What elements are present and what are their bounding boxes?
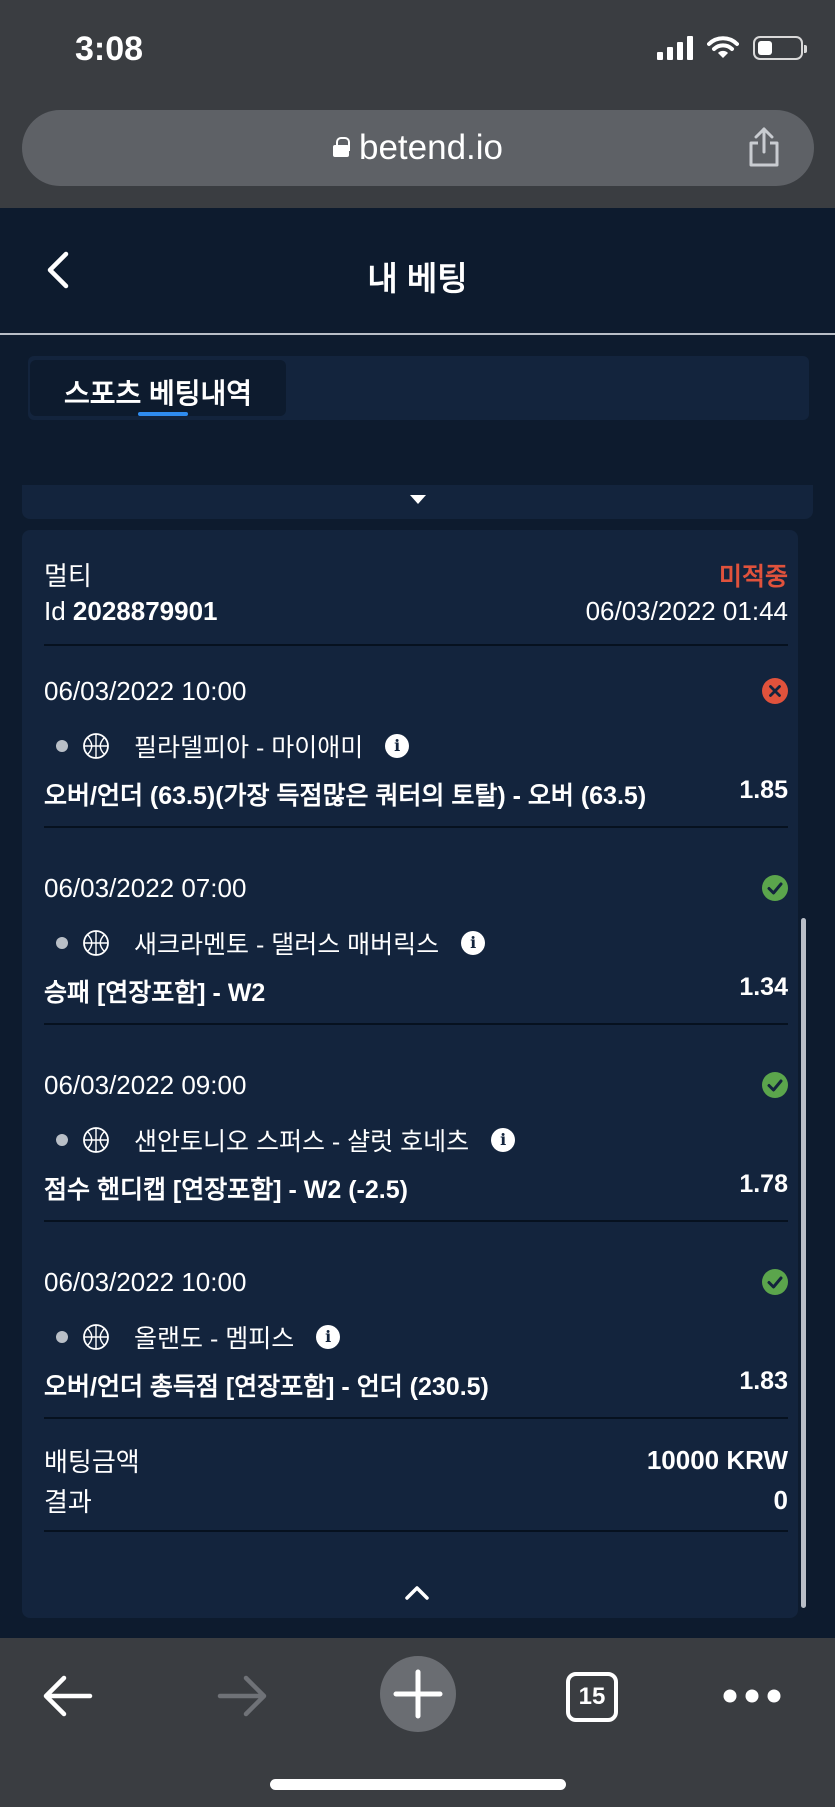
divider — [44, 1417, 788, 1419]
status-bar: 3:08 — [0, 0, 835, 100]
url-text: betend.io — [358, 128, 504, 167]
selection-odds: 1.78 — [739, 1170, 788, 1198]
browser-toolbar: 15 — [0, 1638, 835, 1807]
selection-market: 오버/언더 (63.5)(가장 득점많은 쿼터의 토탈) - 오버 (63.5) — [44, 782, 647, 810]
selection-odds: 1.83 — [739, 1367, 788, 1395]
selection-teams: 새크라멘토 - 댈러스 매버릭스 — [134, 931, 440, 959]
stake-label: 배팅금액 — [44, 1447, 140, 1477]
selection-time: 06/03/2022 10:00 — [44, 676, 247, 706]
bet-id: Id 2028879901 — [44, 596, 218, 627]
selection-event: 샌안토니오 스퍼스 - 샬럿 호네츠 i — [56, 1122, 516, 1158]
selection-time: 06/03/2022 07:00 — [44, 873, 247, 903]
live-status-dot — [56, 1134, 68, 1146]
header-divider — [0, 333, 835, 335]
stake-value: 10000 KRW — [646, 1445, 788, 1475]
selection-teams: 올랜도 - 멤피스 — [134, 1325, 295, 1353]
chevron-down-icon[interactable] — [410, 495, 426, 504]
divider — [44, 1530, 788, 1532]
selection-event: 올랜도 - 멤피스 i — [56, 1319, 341, 1355]
basketball-icon — [83, 1324, 109, 1350]
lock-icon — [332, 137, 350, 157]
selection-event: 필라델피아 - 마이애미 i — [56, 728, 410, 764]
divider — [44, 1023, 788, 1025]
bet-selection: 06/03/2022 10:00 필라델피아 - 마이애미 i 오버/언더 (63.5… — [22, 648, 798, 844]
check-circle-icon — [762, 1269, 788, 1295]
result-row: 결과 0 — [44, 1482, 788, 1519]
bet-placed-at: 06/03/2022 01:44 — [585, 596, 788, 626]
page-header: 내 베팅 — [0, 208, 835, 334]
selection-odds: 1.85 — [739, 776, 788, 804]
bet-id-value: 2028879901 — [72, 596, 218, 626]
bet-type: 멀티 — [44, 561, 92, 591]
tabs-bar: 스포츠 베팅내역 — [28, 356, 809, 420]
status-time: 3:08 — [75, 30, 144, 68]
info-icon[interactable]: i — [461, 931, 486, 955]
selection-time: 06/03/2022 10:00 — [44, 1267, 247, 1297]
wifi-icon — [707, 36, 739, 58]
url-display[interactable]: betend.io — [22, 128, 814, 168]
live-status-dot — [56, 1331, 68, 1343]
selection-time: 06/03/2022 09:00 — [44, 1070, 247, 1100]
live-status-dot — [56, 937, 68, 949]
new-tab-button[interactable] — [378, 1654, 458, 1734]
basketball-icon — [83, 733, 109, 759]
live-status-dot — [56, 740, 68, 752]
chevron-up-icon[interactable] — [404, 1585, 430, 1601]
more-options-icon[interactable] — [722, 1688, 782, 1704]
divider — [44, 1220, 788, 1222]
home-indicator — [270, 1779, 566, 1790]
selection-odds: 1.34 — [739, 973, 788, 1001]
tab-label: 스포츠 베팅내역 — [63, 378, 253, 409]
close-circle-icon — [762, 678, 788, 704]
battery-icon — [753, 36, 807, 60]
cellular-signal-icon — [657, 36, 693, 60]
check-circle-icon — [762, 875, 788, 901]
bet-card: 멀티 미적중 Id 2028879901 06/03/2022 01:44 06… — [22, 530, 798, 1618]
status-icons — [657, 36, 807, 60]
selection-teams: 샌안토니오 스퍼스 - 샬럿 호네츠 — [134, 1128, 470, 1156]
basketball-icon — [83, 1127, 109, 1153]
selection-market: 승패 [연장포함] - W2 — [44, 979, 266, 1007]
bet-selection: 06/03/2022 09:00 샌안토니오 스퍼스 - 샬럿 호네츠 i 점수 핸디… — [22, 1042, 798, 1238]
check-circle-icon — [762, 1072, 788, 1098]
address-bar[interactable]: betend.io — [22, 110, 814, 186]
divider — [44, 826, 788, 828]
collapsed-filter-panel[interactable] — [22, 485, 813, 519]
back-arrow-icon[interactable] — [40, 1674, 96, 1718]
info-icon[interactable]: i — [491, 1128, 516, 1152]
divider — [44, 644, 788, 646]
scrollbar[interactable] — [801, 918, 806, 1608]
result-value: 0 — [773, 1485, 788, 1515]
selection-market: 점수 핸디캡 [연장포함] - W2 (-2.5) — [44, 1176, 408, 1204]
share-icon[interactable] — [746, 126, 782, 168]
stake-row: 배팅금액 10000 KRW — [44, 1442, 788, 1479]
my-bets-page: 내 베팅 스포츠 베팅내역 멀티 미적중 Id 2028879901 06/03… — [0, 208, 835, 1638]
tabs-count-button[interactable]: 15 — [566, 1672, 618, 1722]
bet-id-row: Id 2028879901 06/03/2022 01:44 — [44, 596, 788, 627]
bet-status-badge: 미적중 — [718, 562, 788, 591]
bet-type-row: 멀티 미적중 — [44, 556, 788, 593]
selection-teams: 필라델피아 - 마이애미 — [134, 734, 364, 762]
bet-selection: 06/03/2022 07:00 새크라멘토 - 댈러스 매버릭스 i 승패 [연장포… — [22, 845, 798, 1041]
forward-arrow-icon[interactable] — [214, 1674, 270, 1718]
selection-market: 오버/언더 총득점 [연장포함] - 언더 (230.5) — [44, 1373, 489, 1401]
active-tab-indicator — [138, 412, 188, 416]
selection-event: 새크라멘토 - 댈러스 매버릭스 i — [56, 925, 486, 961]
result-label: 결과 — [44, 1487, 92, 1517]
info-icon[interactable]: i — [385, 734, 410, 758]
page-title: 내 베팅 — [367, 260, 468, 297]
tab-sports-bet-history[interactable]: 스포츠 베팅내역 — [30, 360, 286, 416]
bet-selection: 06/03/2022 10:00 올랜도 - 멤피스 i 오버/언더 총득점 [연장포… — [22, 1239, 798, 1435]
info-icon[interactable]: i — [316, 1325, 341, 1349]
basketball-icon — [83, 930, 109, 956]
bet-id-label: Id — [44, 596, 66, 626]
